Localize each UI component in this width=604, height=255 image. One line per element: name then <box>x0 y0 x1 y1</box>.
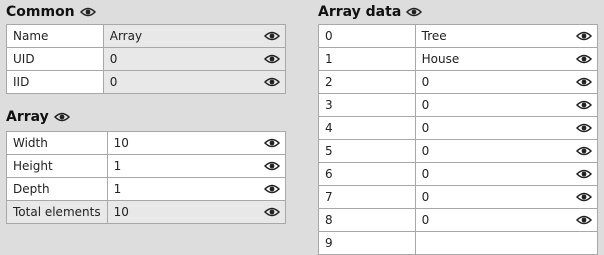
eye-icon[interactable] <box>264 54 280 64</box>
property-value[interactable]: 1 <box>106 154 287 178</box>
value-text: 10 <box>113 136 129 150</box>
element-value[interactable]: 0 <box>414 93 599 117</box>
eye-icon[interactable] <box>576 54 592 64</box>
element-index: 0 <box>318 24 416 48</box>
element-value[interactable]: 0 <box>414 208 599 232</box>
table-row: Name Array <box>6 24 287 48</box>
eye-icon[interactable] <box>576 123 592 133</box>
array-data-table: 0 Tree 1 House 2 0 3 0 4 0 5 0 6 0 7 0 8… <box>318 24 599 255</box>
element-value[interactable]: 0 <box>414 139 599 163</box>
property-name: Depth <box>6 177 108 201</box>
property-name: Total elements <box>6 200 108 224</box>
eye-icon[interactable] <box>576 169 592 179</box>
array-table: Width 10 Height 1 Depth 1 Total elements… <box>6 131 287 224</box>
value-text: 0 <box>421 167 430 181</box>
element-index: 8 <box>318 208 416 232</box>
property-value[interactable]: 1 <box>106 177 287 201</box>
element-index: 4 <box>318 116 416 140</box>
element-value[interactable]: Tree <box>414 24 599 48</box>
table-row: 9 <box>318 231 599 255</box>
element-index: 2 <box>318 70 416 94</box>
value-text: Tree <box>421 29 447 43</box>
table-row: 0 Tree <box>318 24 599 48</box>
property-value[interactable]: 10 <box>106 200 287 224</box>
property-name: Width <box>6 131 108 155</box>
table-row: 3 0 <box>318 93 599 117</box>
eye-icon[interactable] <box>576 77 592 87</box>
eye-icon[interactable] <box>406 7 423 17</box>
property-name: IID <box>6 70 104 94</box>
common-title-label: Common <box>6 4 75 20</box>
array-title-label: Array <box>6 109 49 125</box>
element-index: 3 <box>318 93 416 117</box>
eye-icon[interactable] <box>264 77 280 87</box>
table-row: Total elements 10 <box>6 200 287 224</box>
property-value[interactable]: Array <box>102 24 287 48</box>
property-name: Name <box>6 24 104 48</box>
property-value[interactable]: 0 <box>102 47 287 71</box>
property-value[interactable]: 0 <box>102 70 287 94</box>
element-value[interactable]: 0 <box>414 70 599 94</box>
eye-icon[interactable] <box>264 161 280 171</box>
common-table: Name Array UID 0 IID 0 <box>6 24 287 94</box>
value-text: 0 <box>109 52 118 66</box>
table-row: 8 0 <box>318 208 599 232</box>
element-index: 6 <box>318 162 416 186</box>
eye-icon[interactable] <box>79 7 96 17</box>
table-row: 7 0 <box>318 185 599 209</box>
element-value[interactable]: 0 <box>414 116 599 140</box>
eye-icon[interactable] <box>576 100 592 110</box>
table-row: 4 0 <box>318 116 599 140</box>
eye-icon[interactable] <box>576 31 592 41</box>
value-text: 10 <box>113 205 129 219</box>
table-row: 2 0 <box>318 70 599 94</box>
array-section-title: Array <box>6 109 70 125</box>
property-name: UID <box>6 47 104 71</box>
eye-icon[interactable] <box>264 138 280 148</box>
value-text: 0 <box>109 75 118 89</box>
eye-icon[interactable] <box>576 192 592 202</box>
value-text: 1 <box>113 159 122 173</box>
eye-icon[interactable] <box>264 31 280 41</box>
eye-icon[interactable] <box>576 215 592 225</box>
table-row: 6 0 <box>318 162 599 186</box>
common-section-title: Common <box>6 4 96 20</box>
table-row: Width 10 <box>6 131 287 155</box>
element-value[interactable]: 0 <box>414 162 599 186</box>
array-data-section-title: Array data <box>318 4 423 20</box>
element-index: 5 <box>318 139 416 163</box>
value-text: 0 <box>421 190 430 204</box>
element-index: 9 <box>318 231 416 255</box>
table-row: IID 0 <box>6 70 287 94</box>
table-row: 5 0 <box>318 139 599 163</box>
value-text: Array <box>109 29 143 43</box>
eye-icon[interactable] <box>264 184 280 194</box>
value-text: 1 <box>113 182 122 196</box>
table-row: UID 0 <box>6 47 287 71</box>
value-text: 0 <box>421 213 430 227</box>
eye-icon[interactable] <box>576 146 592 156</box>
array-data-title-label: Array data <box>318 4 402 20</box>
element-value[interactable]: House <box>414 47 599 71</box>
property-name: Height <box>6 154 108 178</box>
value-text: 0 <box>421 75 430 89</box>
value-text: 0 <box>421 144 430 158</box>
table-row: Depth 1 <box>6 177 287 201</box>
table-row: Height 1 <box>6 154 287 178</box>
table-row: 1 House <box>318 47 599 71</box>
element-index: 7 <box>318 185 416 209</box>
value-text: 0 <box>421 98 430 112</box>
element-value[interactable]: 0 <box>414 185 599 209</box>
element-value[interactable] <box>414 231 599 255</box>
value-text: 0 <box>421 121 430 135</box>
eye-icon[interactable] <box>264 207 280 217</box>
eye-icon[interactable] <box>53 112 70 122</box>
element-index: 1 <box>318 47 416 71</box>
value-text: House <box>421 52 460 66</box>
property-value[interactable]: 10 <box>106 131 287 155</box>
